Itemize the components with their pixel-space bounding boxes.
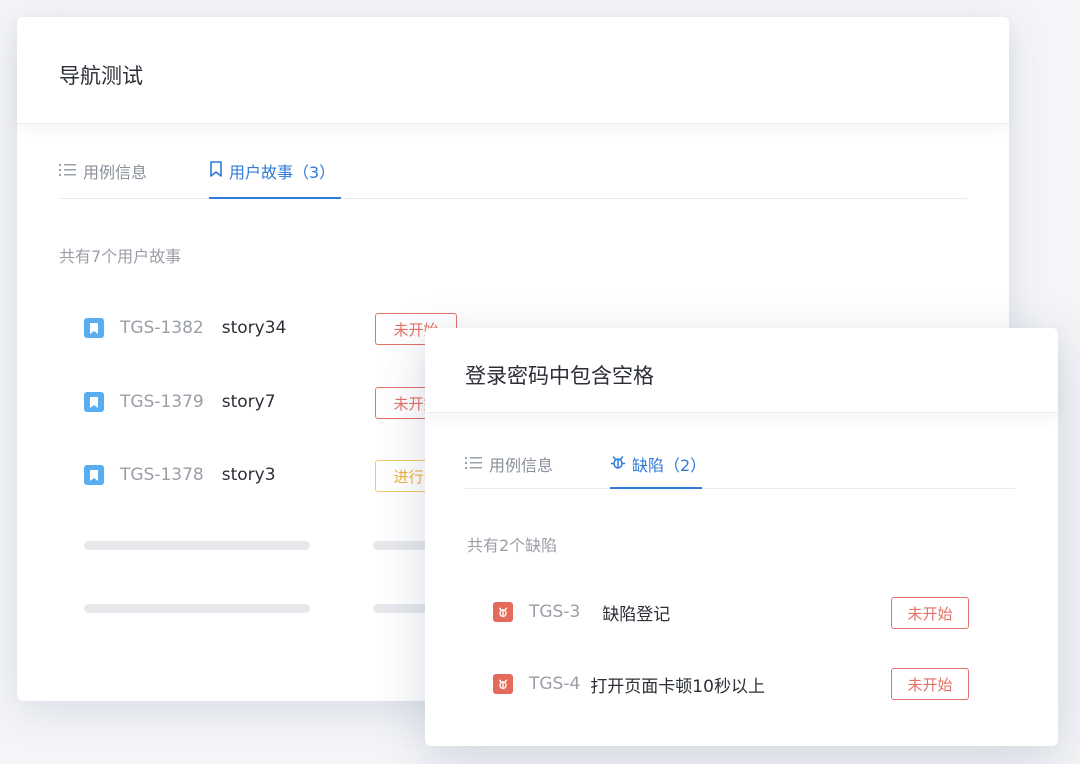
story-id: TGS-1379: [120, 392, 204, 412]
card-header: 登录密码中包含空格: [425, 328, 1058, 413]
list-item[interactable]: TGS-1382 story34: [84, 313, 286, 343]
list-icon: [465, 455, 483, 474]
story-id: TGS-1378: [120, 465, 204, 485]
defect-count: 共有2个缺陷: [467, 536, 558, 555]
tab-label: 缺陷（2）: [632, 456, 707, 475]
tab-bar: 用例信息 用户故事（3）: [59, 152, 967, 199]
list-icon: [59, 162, 77, 181]
story-count: 共有7个用户故事: [59, 247, 182, 266]
tab-case-info[interactable]: 用例信息: [465, 448, 553, 488]
bookmark-icon: [209, 161, 223, 181]
loading-placeholder: [84, 541, 310, 550]
story-icon: [84, 465, 104, 485]
bug-icon: [493, 674, 513, 694]
story-name: story3: [221, 465, 276, 485]
story-id: TGS-1382: [120, 318, 204, 338]
story-icon: [84, 318, 104, 338]
list-item[interactable]: TGS-1379 story7: [84, 387, 276, 417]
defect-id: TGS-3: [529, 602, 581, 622]
tab-defects[interactable]: 缺陷（2）: [610, 448, 706, 489]
tab-bar: 用例信息 缺陷（2）: [465, 448, 1015, 489]
status-badge: 未开始: [891, 597, 969, 629]
tab-case-info[interactable]: 用例信息: [59, 152, 147, 198]
bug-icon: [493, 602, 513, 622]
tab-user-stories[interactable]: 用户故事（3）: [209, 152, 341, 199]
page-title: 导航测试: [59, 64, 143, 88]
loading-placeholder: [84, 604, 310, 613]
list-item[interactable]: TGS-3 缺陷登记: [493, 597, 670, 627]
defect-name: 打开页面卡顿10秒以上: [590, 676, 765, 697]
tab-label: 用例信息: [83, 163, 148, 182]
status-badge: 未开始: [891, 668, 969, 700]
defect-id: TGS-4: [529, 674, 581, 694]
card-header: 导航测试: [17, 17, 1009, 124]
list-item[interactable]: TGS-1378 story3: [84, 460, 276, 490]
tab-label: 用户故事（3）: [229, 163, 336, 182]
case-title: 登录密码中包含空格: [465, 364, 654, 388]
list-item[interactable]: TGS-4 打开页面卡顿10秒以上: [493, 669, 765, 699]
story-name: story34: [221, 318, 287, 338]
defect-card: 登录密码中包含空格 用例信息 缺陷（2） 共有2个缺陷 TGS-3 缺陷登记 未…: [425, 328, 1058, 746]
tab-label: 用例信息: [489, 456, 554, 475]
story-name: story7: [221, 392, 276, 412]
defect-name: 缺陷登记: [602, 604, 671, 625]
story-icon: [84, 392, 104, 412]
bug-icon: [610, 454, 626, 474]
